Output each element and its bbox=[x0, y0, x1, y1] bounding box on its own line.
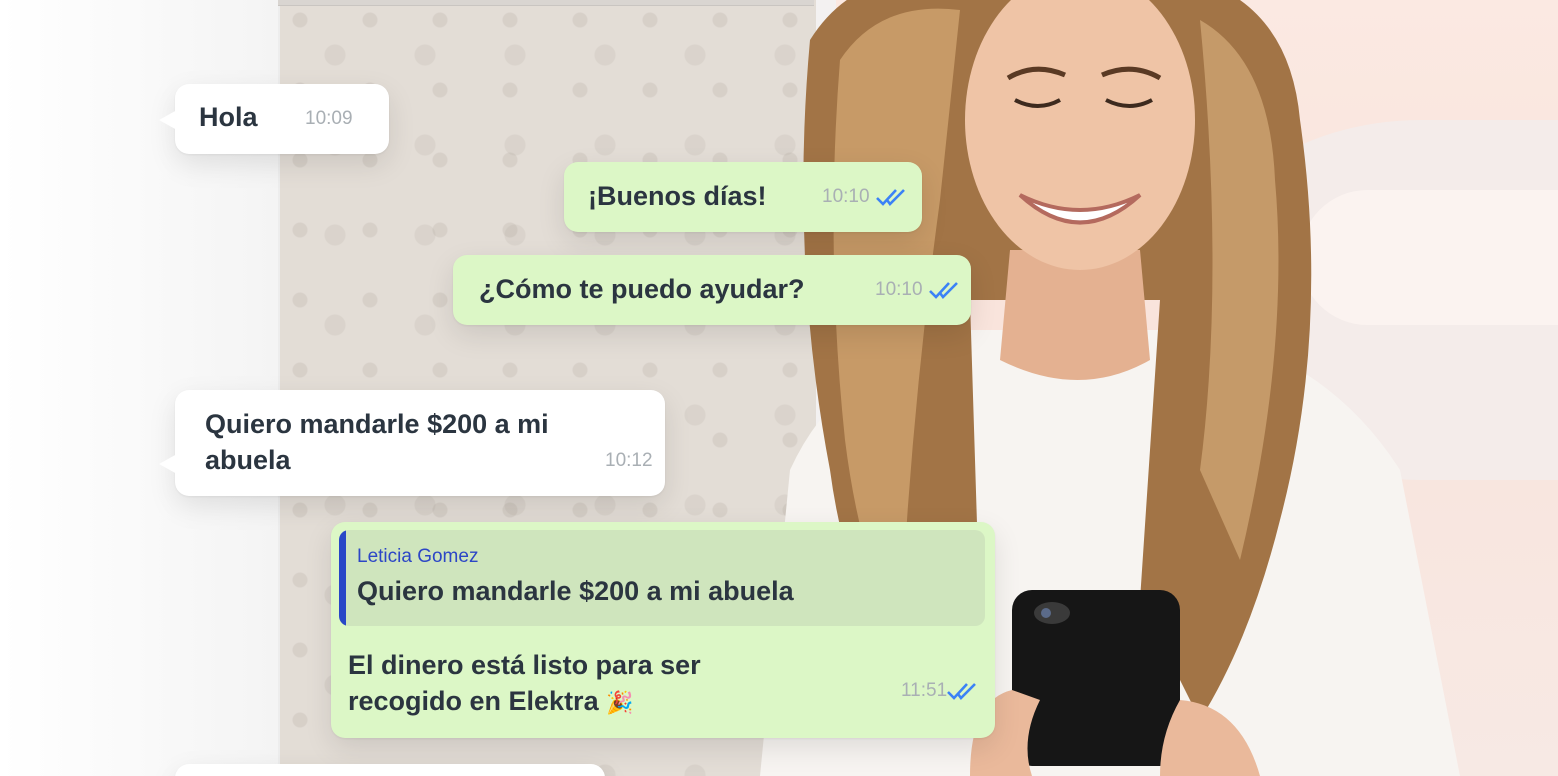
message-text: Hola bbox=[199, 102, 258, 132]
message-text-line: abuela bbox=[205, 445, 291, 475]
smartphone-icon bbox=[1012, 590, 1180, 766]
incoming-message[interactable]: Hola 10:09 bbox=[159, 84, 389, 154]
double-check-read-icon bbox=[876, 189, 905, 206]
party-popper-emoji: 🎉 bbox=[606, 690, 634, 715]
bubble-tail bbox=[159, 110, 177, 130]
incoming-message-partial[interactable] bbox=[175, 764, 605, 776]
outgoing-reply-message[interactable]: Leticia Gomez Quiero mandarle $200 a mi … bbox=[331, 522, 995, 738]
message-time: 10:09 bbox=[305, 108, 353, 129]
message-text-line: El dinero está listo para ser bbox=[348, 650, 701, 680]
double-check-read-icon bbox=[929, 282, 958, 299]
outgoing-message[interactable]: ¡Buenos días! 10:10 bbox=[564, 162, 922, 232]
message-text-line: recogido en Elektra 🎉 bbox=[348, 686, 634, 717]
quoted-message[interactable]: Leticia Gomez Quiero mandarle $200 a mi … bbox=[339, 530, 985, 626]
message-time: 10:12 bbox=[605, 450, 653, 471]
message-text: ¿Cómo te puedo ayudar? bbox=[479, 274, 805, 304]
message-text-line: Quiero mandarle $200 a mi bbox=[205, 409, 549, 439]
quote-accent-bar bbox=[339, 530, 346, 626]
message-time: 11:51 bbox=[901, 680, 948, 701]
message-text-part: recogido en Elektra bbox=[348, 686, 599, 716]
quote-text: Quiero mandarle $200 a mi abuela bbox=[357, 576, 794, 606]
message-time: 10:10 bbox=[822, 186, 870, 207]
incoming-message[interactable]: Quiero mandarle $200 a mi abuela 10:12 bbox=[159, 390, 665, 496]
quote-author: Leticia Gomez bbox=[357, 546, 479, 567]
outgoing-message[interactable]: ¿Cómo te puedo ayudar? 10:10 bbox=[453, 255, 971, 325]
message-text: ¡Buenos días! bbox=[588, 181, 767, 211]
bubble-tail bbox=[159, 454, 177, 474]
hero-stage: Hola 10:09 ¡Buenos días! 10:10 ¿Cómo te … bbox=[0, 0, 1558, 776]
message-time: 10:10 bbox=[875, 279, 923, 300]
double-check-read-icon bbox=[947, 683, 976, 700]
